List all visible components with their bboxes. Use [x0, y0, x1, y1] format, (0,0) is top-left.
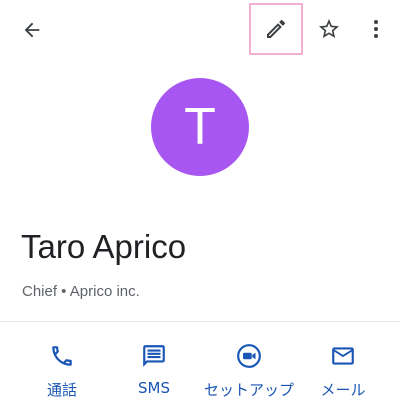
- message-icon: [143, 345, 165, 367]
- back-button[interactable]: [12, 10, 52, 50]
- action-row: 通話 SMS セットアップ メール: [0, 335, 400, 405]
- call-label: 通話: [46, 381, 77, 399]
- more-options-button[interactable]: [356, 9, 396, 49]
- sms-label: SMS: [138, 379, 170, 397]
- setup-action-button[interactable]: セットアップ: [199, 335, 299, 403]
- phone-icon: [52, 346, 72, 366]
- star-outline-icon: [319, 19, 339, 38]
- more-vert-icon: [374, 20, 378, 38]
- video-icon: [237, 344, 261, 368]
- avatar: T: [151, 78, 249, 176]
- contact-name: Taro Aprico: [21, 228, 187, 265]
- arrow-left-icon: [24, 22, 40, 38]
- favorite-button[interactable]: [309, 9, 349, 49]
- pencil-icon: [267, 19, 286, 38]
- setup-label: セットアップ: [203, 381, 294, 399]
- contact-subtitle: Chief • Aprico inc.: [22, 283, 140, 300]
- contact-detail-screen: T Taro Aprico Chief • Aprico inc. 通話 SMS: [0, 0, 400, 407]
- mail-icon: [332, 347, 354, 365]
- mail-label: メール: [320, 381, 366, 399]
- edit-button[interactable]: [249, 3, 303, 55]
- call-action-button[interactable]: 通話: [12, 335, 112, 403]
- mail-action-button[interactable]: メール: [293, 335, 393, 403]
- divider: [0, 321, 400, 322]
- sms-action-button[interactable]: SMS: [104, 335, 204, 403]
- avatar-letter: T: [184, 98, 216, 156]
